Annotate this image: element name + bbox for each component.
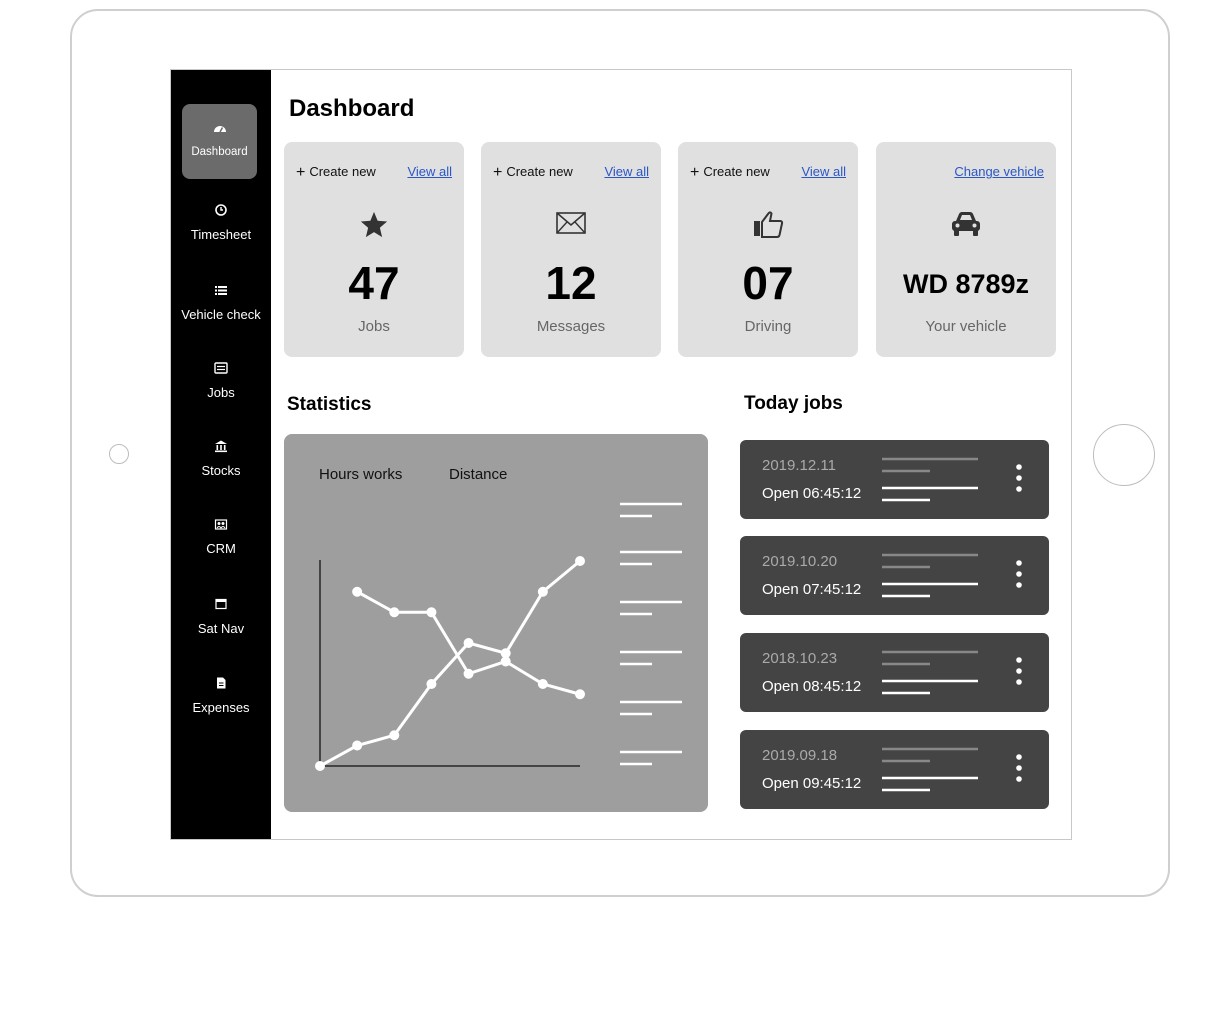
car-icon <box>876 210 1056 242</box>
today-jobs-title: Today jobs <box>744 393 843 414</box>
data-point-hours-works <box>575 689 585 700</box>
statistics-title: Statistics <box>287 394 372 415</box>
data-point-distance <box>537 586 548 597</box>
job-open-time: Open 08:45:12 <box>762 678 862 695</box>
calendar-window-icon <box>215 598 227 610</box>
sidebar-item-expenses[interactable]: Expenses <box>171 676 271 715</box>
sidebar-item-jobs[interactable]: Jobs <box>171 361 271 400</box>
jobs-count: 47 <box>348 257 400 309</box>
create-new-button[interactable]: + Create new <box>493 164 573 182</box>
sidebar-item-label: Vehicle check <box>181 307 261 322</box>
vehicle-caption: Your vehicle <box>925 318 1007 335</box>
data-point-hours-works <box>426 607 437 618</box>
sidebar-item-sat-nav[interactable]: Sat Nav <box>171 597 271 636</box>
job-placeholder-lines <box>882 650 978 695</box>
job-open-time: Open 06:45:12 <box>762 485 862 502</box>
messages-caption: Messages <box>536 318 606 335</box>
data-point-hours-works <box>389 607 400 618</box>
driving-caption: Driving <box>744 318 792 335</box>
data-point-distance <box>500 648 511 659</box>
sidebar-item-vehicle-check[interactable]: Vehicle check <box>171 283 271 322</box>
sidebar-item-dashboard[interactable]: Dashboard <box>182 104 257 179</box>
home-button[interactable] <box>1093 424 1155 486</box>
data-point-distance <box>426 679 437 689</box>
view-all-link[interactable]: View all <box>407 164 452 179</box>
driving-card: + Create new View all 07 Driving <box>678 142 858 357</box>
change-vehicle-link[interactable]: Change vehicle <box>954 164 1044 179</box>
job-item[interactable]: 2018.10.23 Open 08:45:12 <box>740 633 1049 712</box>
sidebar-item-label: CRM <box>206 541 236 556</box>
create-new-label: Create new <box>703 164 770 179</box>
job-item[interactable]: 2019.09.18 Open 09:45:12 <box>740 730 1049 809</box>
envelope-icon <box>481 210 661 242</box>
job-date: 2018.10.23 <box>762 650 838 667</box>
job-placeholder-lines <box>882 457 978 502</box>
jobs-list-icon <box>214 362 228 374</box>
sidebar-item-label: Timesheet <box>190 227 252 242</box>
data-point-distance <box>575 556 585 566</box>
list-icon <box>215 286 227 295</box>
more-vertical-icon[interactable] <box>1009 464 1029 494</box>
chart-side-lines <box>620 502 682 766</box>
create-new-label: Create new <box>506 164 573 179</box>
sidebar-item-label: Stocks <box>201 463 241 478</box>
job-date: 2019.12.11 <box>762 457 836 474</box>
driving-count: 07 <box>742 257 794 309</box>
data-point-hours-works <box>352 586 363 597</box>
vehicle-card: Change vehicle WD 8789z Your vehicle <box>876 142 1056 357</box>
sidebar-item-stocks[interactable]: Stocks <box>171 439 271 478</box>
view-all-link[interactable]: View all <box>801 164 846 179</box>
more-vertical-icon[interactable] <box>1009 754 1029 784</box>
statistics-chart <box>315 502 682 771</box>
app-screen: Dashboard Timesheet Vehicle check Jobs S… <box>170 69 1072 840</box>
job-item[interactable]: 2019.10.20 Open 07:45:12 <box>740 536 1049 615</box>
sidebar: Dashboard Timesheet Vehicle check Jobs S… <box>171 70 271 839</box>
view-all-link[interactable]: View all <box>604 164 649 179</box>
plus-icon: + <box>690 164 700 181</box>
create-new-button[interactable]: + Create new <box>296 164 376 182</box>
more-vertical-icon[interactable] <box>1009 657 1029 687</box>
camera <box>109 444 129 464</box>
sidebar-item-label: Dashboard <box>191 146 248 158</box>
more-vertical-icon[interactable] <box>1009 560 1029 590</box>
job-open-time: Open 07:45:12 <box>762 581 862 598</box>
job-open-time: Open 09:45:12 <box>762 775 862 792</box>
data-point-distance <box>463 638 474 648</box>
data-point-hours-works <box>463 668 474 679</box>
vehicle-registration: WD 8789z <box>902 269 1030 299</box>
jobs-caption: Jobs <box>358 318 390 335</box>
sidebar-item-crm[interactable]: CRM <box>171 517 271 556</box>
job-date: 2019.09.18 <box>762 747 838 764</box>
job-placeholder-lines <box>882 747 978 792</box>
plus-icon: + <box>296 164 306 181</box>
sidebar-item-label: Sat Nav <box>197 621 245 636</box>
job-item[interactable]: 2019.12.11 Open 06:45:12 <box>740 440 1049 519</box>
page-title: Dashboard <box>289 95 415 122</box>
star-icon <box>284 210 464 242</box>
sidebar-item-label: Jobs <box>207 385 235 400</box>
data-point-distance <box>389 730 400 741</box>
data-point-hours-works <box>537 679 548 689</box>
data-point-distance <box>352 740 363 751</box>
document-icon <box>217 677 226 689</box>
job-placeholder-lines <box>882 553 978 598</box>
sidebar-item-label: Expenses <box>192 700 250 715</box>
job-date: 2019.10.20 <box>762 553 838 570</box>
sidebar-item-timesheet[interactable]: Timesheet <box>171 203 271 242</box>
jobs-card: + Create new View all 47 Jobs <box>284 142 464 357</box>
create-new-button[interactable]: + Create new <box>690 164 770 182</box>
data-point-distance <box>315 761 325 771</box>
messages-count: 12 <box>545 257 597 309</box>
thumbs-up-icon <box>678 210 858 242</box>
plus-icon: + <box>493 164 503 181</box>
dashboard-gauge-icon <box>213 126 226 133</box>
statistics-panel: Hours works Distance <box>284 434 708 812</box>
clock-icon <box>215 204 227 216</box>
create-new-label: Create new <box>309 164 376 179</box>
bank-icon <box>215 440 227 453</box>
crm-icon <box>214 519 228 530</box>
messages-card: + Create new View all 12 Messages <box>481 142 661 357</box>
